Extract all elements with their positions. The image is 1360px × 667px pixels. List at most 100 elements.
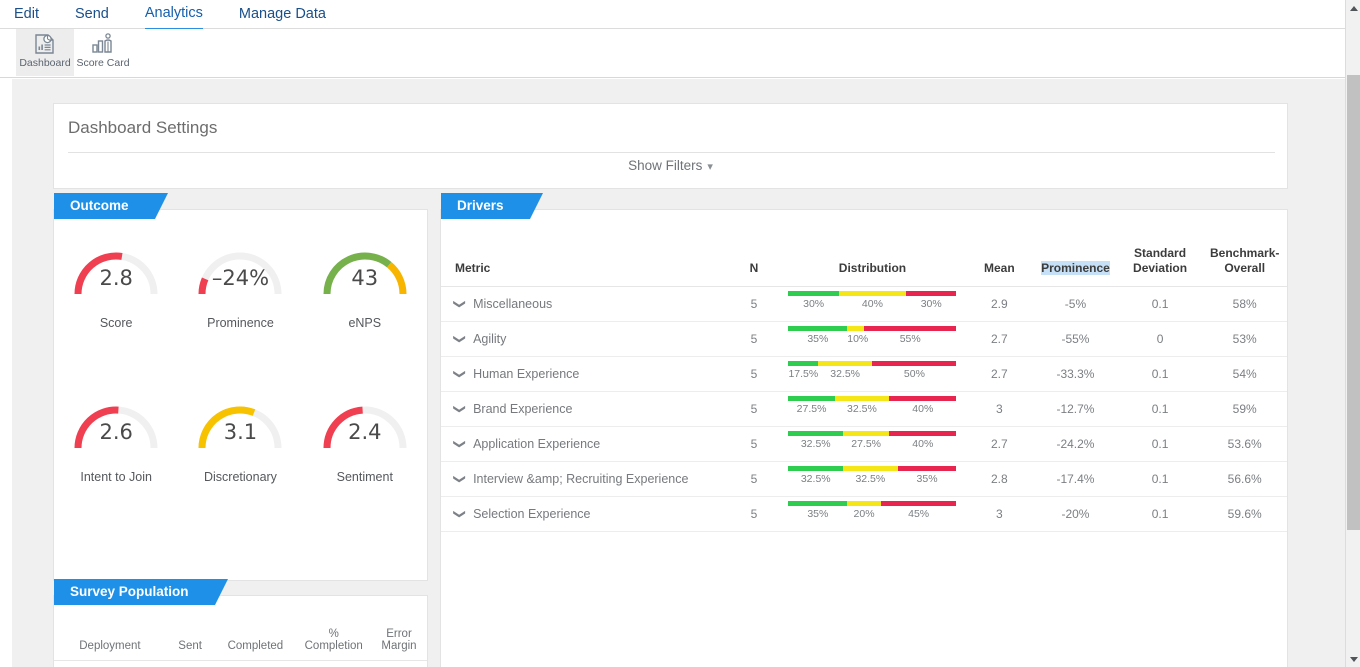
survey-population-table: DeploymentSentCompleted% CompletionError…: [54, 620, 427, 667]
driver-sd-cell: 0.1: [1118, 357, 1203, 392]
gauge-sentiment: 2.4Sentiment: [303, 386, 427, 540]
distribution-segment-label: 32.5%: [818, 368, 873, 380]
nav-item-analytics[interactable]: Analytics: [145, 0, 203, 30]
distribution-segment: [872, 361, 956, 366]
driver-n-cell: 5: [729, 287, 780, 322]
drivers-col-header[interactable]: Metric: [441, 240, 729, 287]
table-row[interactable]: ❯Interview &amp; Recruiting Experience53…: [441, 462, 1287, 497]
toolbar-button-label: Dashboard: [19, 57, 70, 69]
gauge-value: 2.6: [68, 420, 164, 444]
driver-metric-label: Agility: [473, 332, 506, 346]
distribution-segment: [818, 361, 873, 366]
driver-metric-cell[interactable]: ❯Human Experience: [441, 357, 729, 392]
driver-mean-cell: 2.8: [966, 462, 1034, 497]
driver-benchmark-cell: 53%: [1202, 322, 1287, 357]
drivers-col-header[interactable]: Distribution: [779, 240, 965, 287]
driver-metric-cell[interactable]: ❯Interview &amp; Recruiting Experience: [441, 462, 729, 497]
table-row[interactable]: ❯Application Experience532.5%27.5%40%2.7…: [441, 427, 1287, 462]
distribution-segment: [906, 291, 956, 296]
driver-sd-cell: 0: [1118, 322, 1203, 357]
dashboard-settings-card: Dashboard Settings Show Filters▾: [53, 103, 1288, 189]
driver-metric-cell[interactable]: ❯Application Experience: [441, 427, 729, 462]
distribution-labels: 30%40%30%: [788, 298, 956, 310]
survey-population-body: 14 Mar 201905:57100%NA: [54, 661, 427, 667]
distribution-segment-label: 35%: [898, 473, 957, 485]
driver-metric-label: Selection Experience: [473, 507, 590, 521]
top-navigation: Edit Send Analytics Manage Data: [0, 0, 1345, 29]
expand-chevron-icon[interactable]: ❯: [454, 439, 466, 449]
driver-mean-cell: 3: [966, 497, 1034, 532]
drivers-col-header[interactable]: N: [729, 240, 780, 287]
drivers-col-header[interactable]: Benchmark-Overall: [1202, 240, 1287, 287]
gauge-score: 2.8Score: [54, 232, 178, 386]
scrollbar-down-arrow[interactable]: [1346, 651, 1360, 667]
driver-metric-cell[interactable]: ❯Miscellaneous: [441, 287, 729, 322]
nav-item-manage-data[interactable]: Manage Data: [239, 0, 326, 28]
drivers-col-header[interactable]: StandardDeviation: [1118, 240, 1203, 287]
driver-distribution-cell: 32.5%27.5%40%: [779, 427, 965, 462]
ribbon-toolbar: Dashboard Score Card: [0, 29, 1345, 78]
gauge-intent-to-join: 2.6Intent to Join: [54, 386, 178, 540]
distribution-segment: [788, 466, 843, 471]
drivers-col-header-highlight: Prominence: [1041, 261, 1110, 275]
distribution-segment: [864, 326, 956, 331]
driver-metric-cell[interactable]: ❯ Brand Experience: [441, 392, 729, 427]
survey-population-header-row: DeploymentSentCompleted% CompletionError…: [54, 620, 427, 661]
drivers-table: MetricNDistributionMean Prominence Standar…: [441, 240, 1287, 532]
driver-n-cell: 5: [729, 322, 780, 357]
gauge-enps: 43eNPS: [303, 232, 427, 386]
gauge-label: eNPS: [348, 316, 381, 330]
table-row[interactable]: ❯Selection Experience535%20%45%3-20%0.15…: [441, 497, 1287, 532]
table-row[interactable]: ❯Human Experience517.5%32.5%50%2.7-33.3%…: [441, 357, 1287, 392]
table-row[interactable]: ❯Brand Experience527.5%32.5%40%3-12.7%0.…: [441, 392, 1287, 427]
driver-metric-label: Brand Experience: [473, 402, 572, 416]
expand-chevron-icon[interactable]: ❯: [454, 299, 466, 309]
table-row: 14 Mar 201905:57100%NA: [54, 661, 427, 667]
drivers-col-header[interactable]: Mean: [966, 240, 1034, 287]
distribution-segment: [847, 501, 881, 506]
distribution-segment: [835, 396, 890, 401]
distribution-segment-label: 40%: [889, 403, 956, 415]
show-filters-toggle[interactable]: Show Filters▾: [54, 158, 1287, 173]
distribution-segment-label: 40%: [889, 438, 956, 450]
expand-chevron-icon[interactable]: ❯: [454, 369, 466, 379]
toolbar-button-score-card[interactable]: Score Card: [74, 29, 132, 76]
distribution-bar: [788, 361, 956, 366]
distribution-labels: 17.5%32.5%50%: [788, 368, 956, 380]
distribution-segment-label: 30%: [906, 298, 956, 310]
distribution-segment: [788, 291, 838, 296]
survey-col-header: Deployment: [54, 620, 166, 661]
distribution-segment: [843, 431, 889, 436]
nav-item-edit[interactable]: Edit: [14, 0, 39, 28]
driver-metric-cell[interactable]: ❯ Selection Experience: [441, 497, 729, 532]
driver-metric-cell[interactable]: ❯ Agility: [441, 322, 729, 357]
expand-chevron-icon[interactable]: ❯: [454, 404, 466, 414]
driver-sd-cell: 0.1: [1118, 497, 1203, 532]
distribution-bar: [788, 501, 956, 506]
driver-prominence-cell: -12.7%: [1033, 392, 1118, 427]
gauge-value: 3.1: [192, 420, 288, 444]
expand-chevron-icon[interactable]: ❯: [454, 474, 466, 484]
drivers-col-header[interactable]: Prominence: [1033, 240, 1118, 287]
distribution-labels: 32.5%27.5%40%: [788, 438, 956, 450]
table-row[interactable]: ❯Agility535%10%55%2.7-55%053%: [441, 322, 1287, 357]
distribution-segment-label: 17.5%: [788, 368, 817, 380]
survey-cell: NA: [371, 661, 427, 667]
page-scrollbar[interactable]: [1345, 0, 1360, 667]
scrollbar-thumb[interactable]: [1347, 75, 1360, 530]
toolbar-button-dashboard[interactable]: Dashboard: [16, 29, 74, 76]
page-title: Dashboard Settings: [54, 104, 1287, 138]
settings-divider: [68, 152, 1275, 153]
distribution-segment: [788, 361, 817, 366]
driver-prominence-cell: -33.3%: [1033, 357, 1118, 392]
distribution-labels: 32.5%32.5%35%: [788, 473, 956, 485]
distribution-segment: [843, 466, 898, 471]
table-row[interactable]: ❯Miscellaneous530%40%30%2.9-5%0.158%: [441, 287, 1287, 322]
gauge-value: 2.8: [68, 266, 164, 290]
expand-chevron-icon[interactable]: ❯: [454, 509, 466, 519]
survey-population-ribbon-label: Survey Population: [54, 579, 215, 605]
scrollbar-up-arrow[interactable]: [1346, 0, 1360, 16]
expand-chevron-icon[interactable]: ❯: [454, 334, 466, 344]
drivers-header-row: MetricNDistributionMean Prominence Standar…: [441, 240, 1287, 287]
nav-item-send[interactable]: Send: [75, 0, 109, 28]
